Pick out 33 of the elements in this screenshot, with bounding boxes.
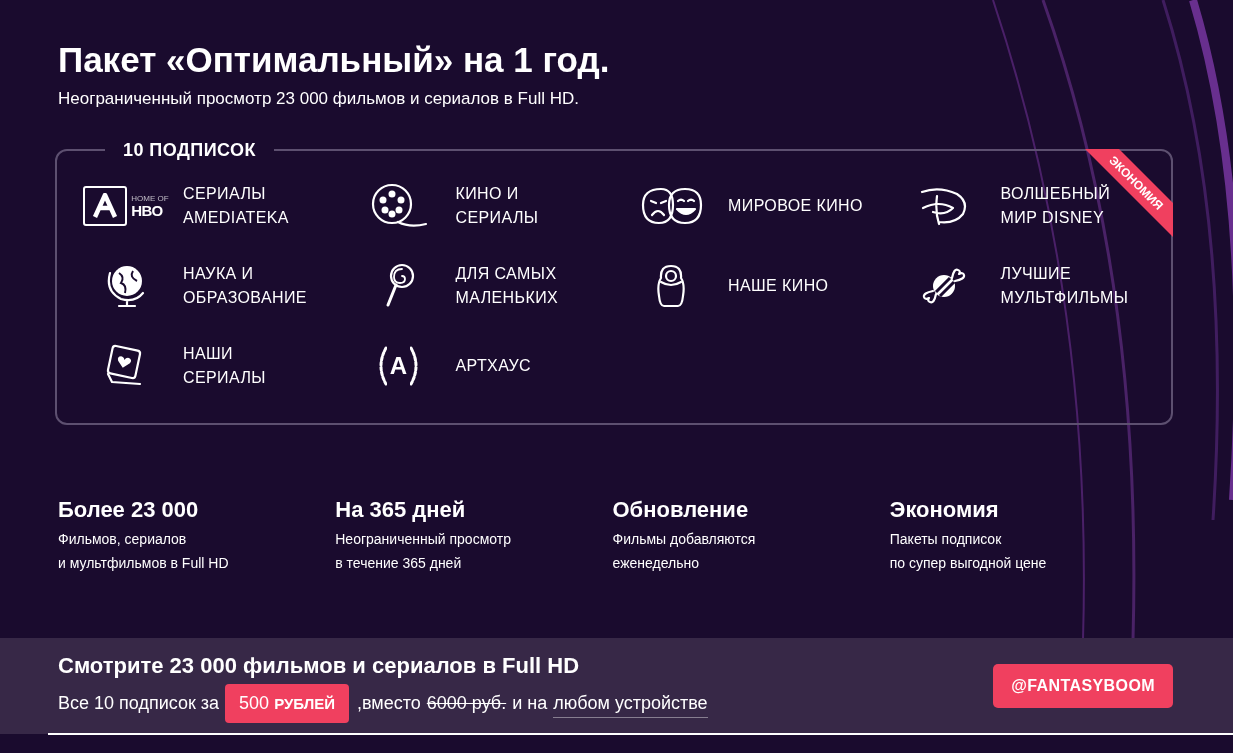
subscription-label: ДЛЯ САМЫХ МАЛЕНЬКИХ bbox=[455, 264, 559, 309]
devices-link[interactable]: любом устройстве bbox=[553, 689, 708, 718]
old-price: 6000 руб. bbox=[426, 692, 507, 715]
arthouse-laurel-logo: A bbox=[378, 346, 419, 387]
offer-title: Смотрите 23 000 фильмов и сериалов в Full HD bbox=[58, 652, 581, 680]
subscription-label: НАШЕ КИНО bbox=[728, 276, 829, 297]
globe-icon bbox=[105, 263, 147, 310]
subscription-label: СЕРИАЛЫ AMEDIATEKA bbox=[183, 184, 289, 229]
subscription-label: ЛУЧШИЕ МУЛЬТФИЛЬМЫ bbox=[1000, 264, 1129, 309]
price-badge: 500 РУБЛЕЙ bbox=[225, 684, 349, 723]
fantasyboom-button[interactable]: @FANTASYBOOM bbox=[993, 664, 1173, 708]
amediateka-hbo-logo: HOME OF HBO bbox=[83, 186, 169, 227]
feature-title: Более 23 000 bbox=[58, 496, 200, 525]
page-subtitle: Неограниченный просмотр 23 000 фильмов и сериалов в Full HD. bbox=[58, 87, 580, 110]
subscription-label: ВОЛШЕБНЫЙ МИР DISNEY bbox=[1000, 184, 1111, 229]
page-title: Пакет «Оптимальный» на 1 год. bbox=[58, 39, 611, 81]
feature-title: На 365 дней bbox=[335, 496, 467, 525]
nesting-doll-icon bbox=[656, 264, 686, 309]
feature-description: Фильмов, сериалов и мультфильмов в Full HD bbox=[58, 530, 230, 574]
subscription-label: АРТХАУС bbox=[455, 356, 532, 377]
disney-logo-icon bbox=[918, 186, 969, 227]
subscription-label: КИНО И СЕРИАЛЫ bbox=[455, 184, 539, 229]
offer-text: Все 10 подписок за bbox=[58, 692, 220, 715]
subscription-label: НАУКА И ОБРАЗОВАНИЕ bbox=[183, 264, 307, 309]
feature-description: Пакеты подписок по супер выгодной цене bbox=[889, 530, 1048, 574]
feature-title: Экономия bbox=[889, 496, 1000, 525]
offer-text: и на bbox=[512, 692, 548, 715]
offer-text: ,вместо bbox=[357, 692, 421, 715]
feature-title: Обновление bbox=[612, 496, 750, 525]
feature-description: Неограниченный просмотр в течение 365 дней bbox=[335, 530, 512, 574]
feature-description: Фильмы добавляются еженедельно bbox=[612, 530, 757, 574]
subscription-label: МИРОВОЕ КИНО bbox=[728, 196, 863, 217]
subscription-label: НАШИ СЕРИАЛЫ bbox=[183, 344, 266, 389]
